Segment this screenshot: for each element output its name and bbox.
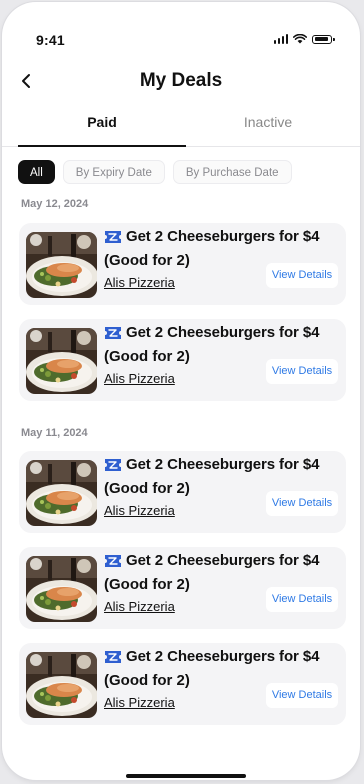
status-icons	[273, 34, 335, 44]
ticket-icon	[105, 651, 121, 663]
battery-icon	[312, 34, 335, 44]
store-link[interactable]: Alis Pizzeria	[104, 503, 175, 518]
deal-image	[26, 328, 97, 394]
tab-paid[interactable]: Paid	[18, 114, 186, 130]
deal-title: Get 2 Cheeseburgers for $4	[126, 552, 320, 569]
ticket-icon	[105, 231, 121, 243]
active-tab-indicator	[18, 145, 186, 147]
view-details-button[interactable]: View Details	[266, 683, 338, 708]
view-details-button[interactable]: View Details	[266, 491, 338, 516]
deal-card[interactable]: Get 2 Cheeseburgers for $4 (Good for 2) …	[19, 643, 346, 725]
store-link[interactable]: Alis Pizzeria	[104, 371, 175, 386]
deal-title: Get 2 Cheeseburgers for $4	[126, 648, 320, 665]
deal-image	[26, 652, 97, 718]
status-time: 9:41	[36, 32, 65, 48]
filter-by-purchase-date[interactable]: By Purchase Date	[172, 160, 292, 184]
store-link[interactable]: Alis Pizzeria	[104, 695, 175, 710]
store-link[interactable]: Alis Pizzeria	[104, 599, 175, 614]
view-details-button[interactable]: View Details	[266, 263, 338, 288]
deal-card[interactable]: Get 2 Cheeseburgers for $4 (Good for 2) …	[19, 319, 346, 401]
filter-chips: All By Expiry Date By Purchase Date	[18, 160, 292, 184]
header: My Deals	[2, 62, 360, 102]
deal-subtitle: (Good for 2)	[104, 480, 190, 497]
deal-subtitle: (Good for 2)	[104, 576, 190, 593]
food-illustration	[26, 232, 97, 298]
deal-title: Get 2 Cheeseburgers for $4	[126, 324, 320, 341]
filter-by-expiry-date[interactable]: By Expiry Date	[62, 160, 165, 184]
ticket-icon	[105, 327, 121, 339]
page-title: My Deals	[139, 70, 223, 91]
home-indicator	[126, 774, 246, 778]
deal-card[interactable]: Get 2 Cheeseburgers for $4 (Good for 2) …	[19, 547, 346, 629]
ticket-icon	[105, 555, 121, 567]
deal-title: Get 2 Cheeseburgers for $4	[126, 228, 320, 245]
food-illustration	[26, 652, 97, 718]
deal-image	[26, 460, 97, 526]
date-header: May 12, 2024	[21, 198, 89, 210]
view-details-button[interactable]: View Details	[266, 587, 338, 612]
ticket-icon	[105, 459, 121, 471]
food-illustration	[26, 460, 97, 526]
food-illustration	[26, 556, 97, 622]
deal-image	[26, 232, 97, 298]
deal-card[interactable]: Get 2 Cheeseburgers for $4 (Good for 2) …	[19, 451, 346, 533]
deal-subtitle: (Good for 2)	[104, 672, 190, 689]
tab-bar: Paid Inactive	[2, 106, 360, 147]
date-header: May 11, 2024	[21, 427, 88, 439]
deal-image	[26, 556, 97, 622]
deal-card[interactable]: Get 2 Cheeseburgers for $4 (Good for 2) …	[19, 223, 346, 305]
wifi-icon	[293, 34, 307, 44]
deal-title: Get 2 Cheeseburgers for $4	[126, 456, 320, 473]
food-illustration	[26, 328, 97, 394]
filter-all[interactable]: All	[18, 160, 55, 184]
tab-inactive[interactable]: Inactive	[184, 114, 352, 130]
signal-icon	[273, 34, 288, 44]
phone-frame: 9:41 My Deals Paid Inactive All By Expir…	[2, 2, 360, 780]
deal-subtitle: (Good for 2)	[104, 252, 190, 269]
deal-subtitle: (Good for 2)	[104, 348, 190, 365]
status-bar: 9:41	[2, 2, 360, 60]
view-details-button[interactable]: View Details	[266, 359, 338, 384]
store-link[interactable]: Alis Pizzeria	[104, 275, 175, 290]
